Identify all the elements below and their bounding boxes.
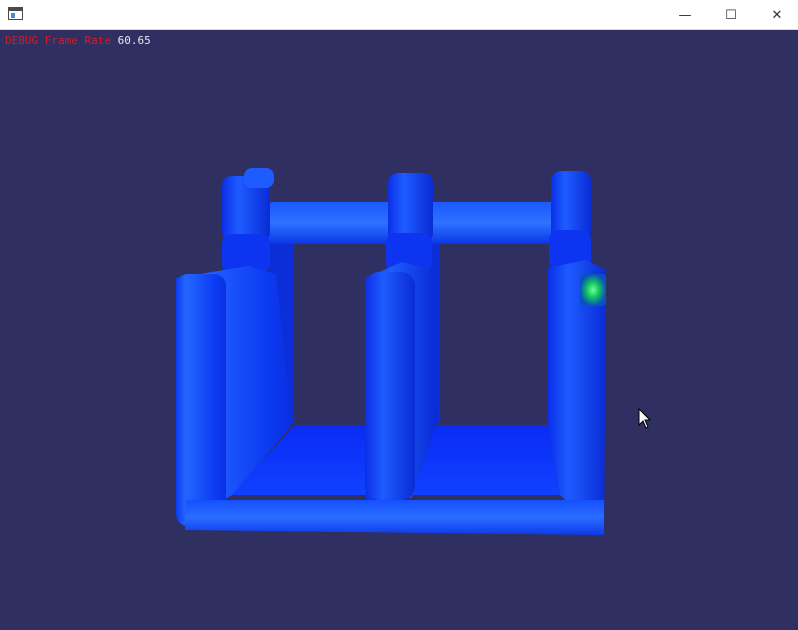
debug-overlay: DEBUG Frame Rate 60.65 bbox=[5, 34, 151, 48]
green-marker bbox=[580, 274, 606, 306]
debug-label: DEBUG Frame Rate bbox=[5, 34, 111, 47]
app-window-icon bbox=[8, 7, 23, 20]
base-bar bbox=[185, 500, 604, 535]
frame-rate-value: 60.65 bbox=[117, 34, 151, 47]
title-bar[interactable]: — ☐ ✕ bbox=[0, 0, 798, 30]
minimize-button[interactable]: — bbox=[662, 0, 708, 30]
close-button[interactable]: ✕ bbox=[754, 0, 798, 30]
back-post-middle bbox=[388, 173, 433, 243]
mouse-cursor-icon bbox=[638, 408, 652, 429]
maximize-button[interactable]: ☐ bbox=[708, 0, 754, 30]
render-viewport[interactable]: DEBUG Frame Rate 60.65 bbox=[0, 30, 798, 630]
3d-scene bbox=[176, 168, 606, 535]
